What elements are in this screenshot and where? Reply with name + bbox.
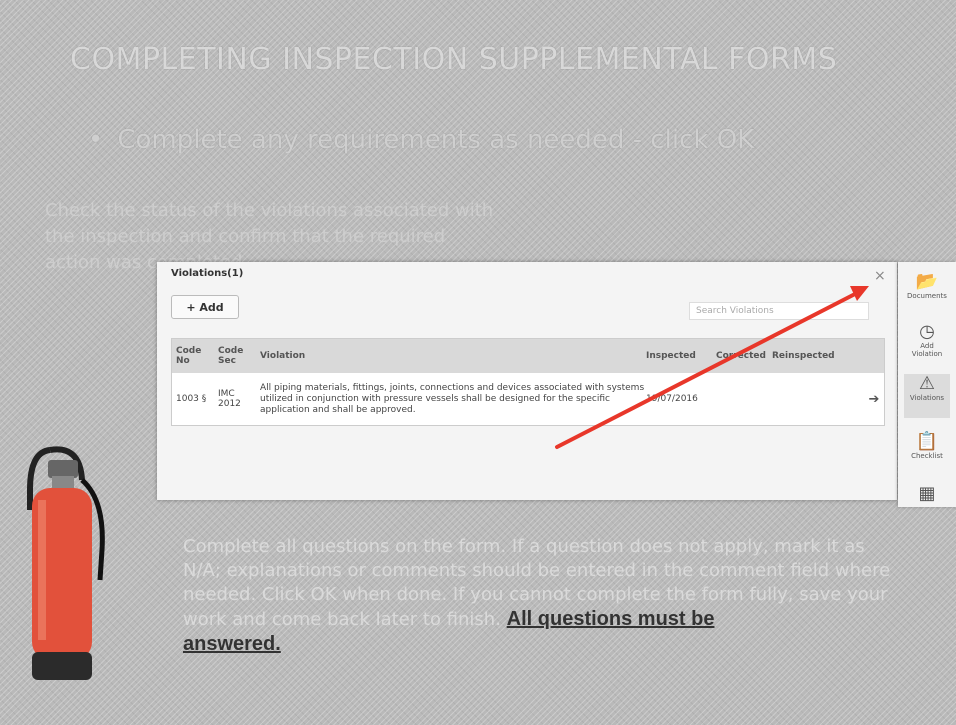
add-violation-button[interactable]: + Add (171, 295, 239, 319)
col-corrected[interactable]: Corrected (716, 351, 772, 361)
note-strong-1: All questions must be (506, 608, 715, 630)
col-code-sec[interactable]: Code Sec (218, 346, 260, 366)
col-violation[interactable]: Violation (260, 351, 646, 362)
clipboard-icon: 📋 (915, 431, 939, 452)
clock-icon: ◷ (919, 321, 935, 342)
toolbar-label: Violations (909, 394, 945, 402)
row-open-arrow-icon[interactable]: ➔ (864, 392, 884, 407)
violations-table: Code No Code Sec Violation Inspected Cor… (171, 338, 885, 426)
close-icon[interactable]: × (874, 268, 886, 284)
embedded-screenshot: Violations(1) + Add Search Violations × … (157, 262, 897, 500)
col-reinspected[interactable]: Reinspected (772, 351, 864, 361)
fire-extinguisher-icon (27, 446, 105, 680)
toolbar-label: Documents (907, 292, 947, 300)
search-violations-input[interactable]: Search Violations (689, 302, 869, 320)
slide-title: COMPLETING INSPECTION SUPPLEMENTAL FORMS (70, 42, 838, 77)
grid-icon: ▦ (918, 483, 936, 504)
note-paragraph: Complete all questions on the form. If a… (183, 535, 893, 657)
right-toolbar: 📂 Documents ◷ Add Violation ⚠ Violations… (898, 262, 956, 507)
table-header: Code No Code Sec Violation Inspected Cor… (172, 339, 884, 373)
violations-header: Violations(1) (171, 268, 244, 279)
toolbar-violations[interactable]: ⚠ Violations (904, 374, 950, 418)
col-code-no[interactable]: Code No (172, 346, 218, 366)
cell-violation: All piping materials, fittings, joints, … (260, 382, 645, 415)
bullet-instruction: • Complete any requirements as needed - c… (88, 125, 754, 155)
bullet-dot: • (88, 125, 104, 155)
cell-inspected: 19/07/2016 (646, 394, 698, 404)
warning-icon: ⚠ (918, 373, 936, 394)
bullet-text: Complete any requirements as needed - cl… (117, 125, 755, 155)
toolbar-checklist[interactable]: 📋 Checklist (904, 431, 950, 461)
toolbar-add-violation[interactable]: ◷ Add Violation (904, 321, 950, 359)
table-row[interactable]: 1003 § IMC 2012 All piping materials, fi… (172, 373, 884, 425)
toolbar-documents[interactable]: 📂 Documents (904, 271, 950, 301)
folder-icon: 📂 (915, 271, 939, 292)
toolbar-label: Add Violation (911, 342, 943, 358)
note-strong-2: answered. (183, 633, 281, 655)
cell-code: IMC 2012 (218, 389, 241, 409)
toolbar-grid[interactable]: ▦ (904, 484, 950, 504)
cell-id: 1003 § (176, 394, 207, 404)
col-inspected[interactable]: Inspected (646, 351, 716, 361)
toolbar-label: Checklist (911, 452, 943, 460)
